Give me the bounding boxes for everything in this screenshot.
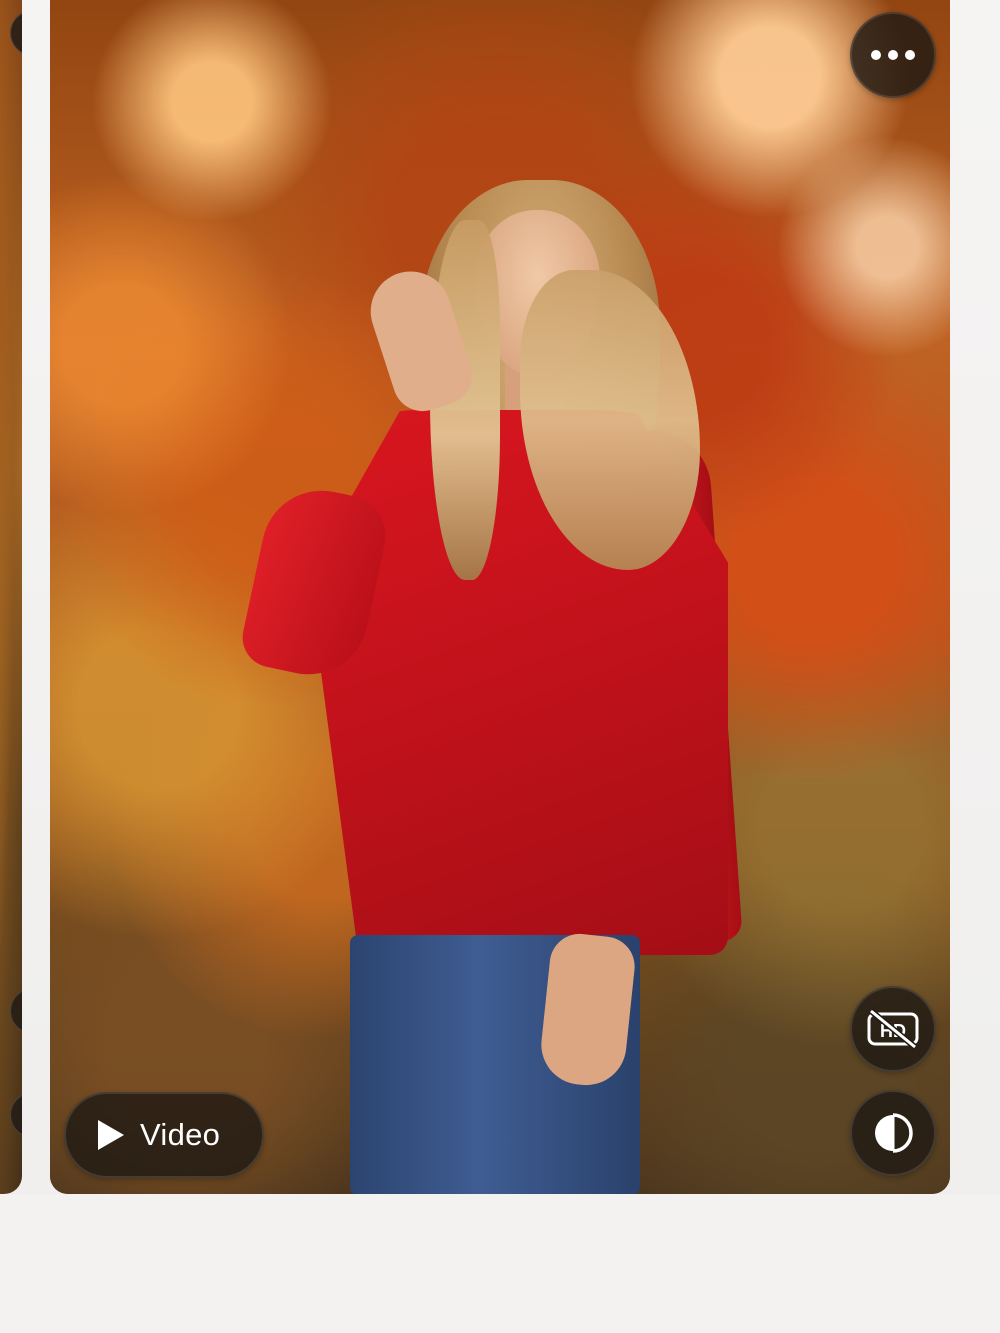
- play-icon: [98, 1120, 124, 1150]
- previous-card-button: [10, 988, 22, 1034]
- previous-card-button: [10, 1092, 22, 1138]
- more-options-button[interactable]: [850, 12, 936, 98]
- compare-toggle-button[interactable]: [850, 1090, 936, 1176]
- portrait-subject: [50, 0, 950, 1194]
- compare-icon: [875, 1113, 913, 1153]
- video-button-label: Video: [140, 1117, 221, 1152]
- video-button[interactable]: Video: [64, 1092, 264, 1178]
- screen: HD Video: [0, 0, 1000, 1333]
- bottom-empty-area: [0, 1194, 1000, 1333]
- hd-off-icon: HD: [867, 1008, 919, 1050]
- more-horizontal-icon: [871, 50, 915, 60]
- photo-card[interactable]: HD Video: [50, 0, 950, 1194]
- previous-photo-card[interactable]: [0, 0, 22, 1194]
- previous-card-button: [10, 10, 22, 56]
- hd-toggle-button[interactable]: HD: [850, 986, 936, 1072]
